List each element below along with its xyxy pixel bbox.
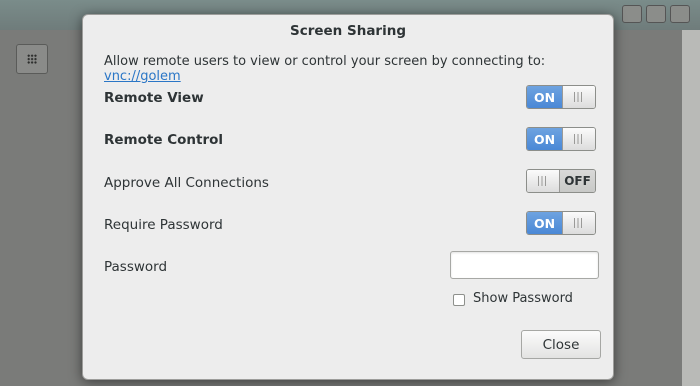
window-control-icon[interactable] — [646, 5, 666, 23]
dialog-title: Screen Sharing — [289, 23, 406, 39]
switch-on-text: ON — [527, 86, 562, 108]
app-grid-icon — [27, 54, 37, 64]
grip-icon — [574, 218, 584, 228]
switch-knob — [562, 128, 595, 150]
app-grid-button[interactable] — [16, 44, 48, 74]
approve-all-switch[interactable]: OFF — [526, 169, 596, 193]
switch-on-text: ON — [527, 128, 562, 150]
remote-view-switch[interactable]: ON — [526, 85, 596, 109]
switch-knob — [527, 170, 560, 192]
password-input[interactable] — [450, 251, 599, 279]
remote-view-label: Remote View — [104, 90, 204, 106]
screen-sharing-dialog: Screen Sharing Allow remote users to vie… — [82, 14, 614, 380]
approve-all-label: Approve All Connections — [104, 175, 269, 191]
remote-control-switch[interactable]: ON — [526, 127, 596, 151]
close-button[interactable]: Close — [521, 330, 601, 359]
intro-text: Allow remote users to view or control yo… — [104, 54, 613, 84]
switch-off-text: OFF — [560, 170, 595, 192]
switch-knob — [562, 212, 595, 234]
remote-control-label: Remote Control — [104, 132, 224, 148]
password-label: Password — [104, 259, 168, 275]
show-password-checkbox[interactable] — [453, 294, 465, 306]
require-password-label: Require Password — [104, 217, 223, 233]
show-password-label[interactable]: Show Password — [473, 291, 573, 306]
background-window-controls — [622, 5, 690, 23]
switch-knob — [562, 86, 595, 108]
background-side-strip — [682, 30, 700, 386]
intro-label: Allow remote users to view or control yo… — [104, 54, 546, 69]
switch-on-text: ON — [527, 212, 562, 234]
window-control-icon[interactable] — [670, 5, 690, 23]
vnc-address-link[interactable]: vnc://golem — [104, 69, 181, 84]
require-password-switch[interactable]: ON — [526, 211, 596, 235]
grip-icon — [538, 176, 548, 186]
grip-icon — [574, 92, 584, 102]
window-control-icon[interactable] — [622, 5, 642, 23]
grip-icon — [574, 134, 584, 144]
